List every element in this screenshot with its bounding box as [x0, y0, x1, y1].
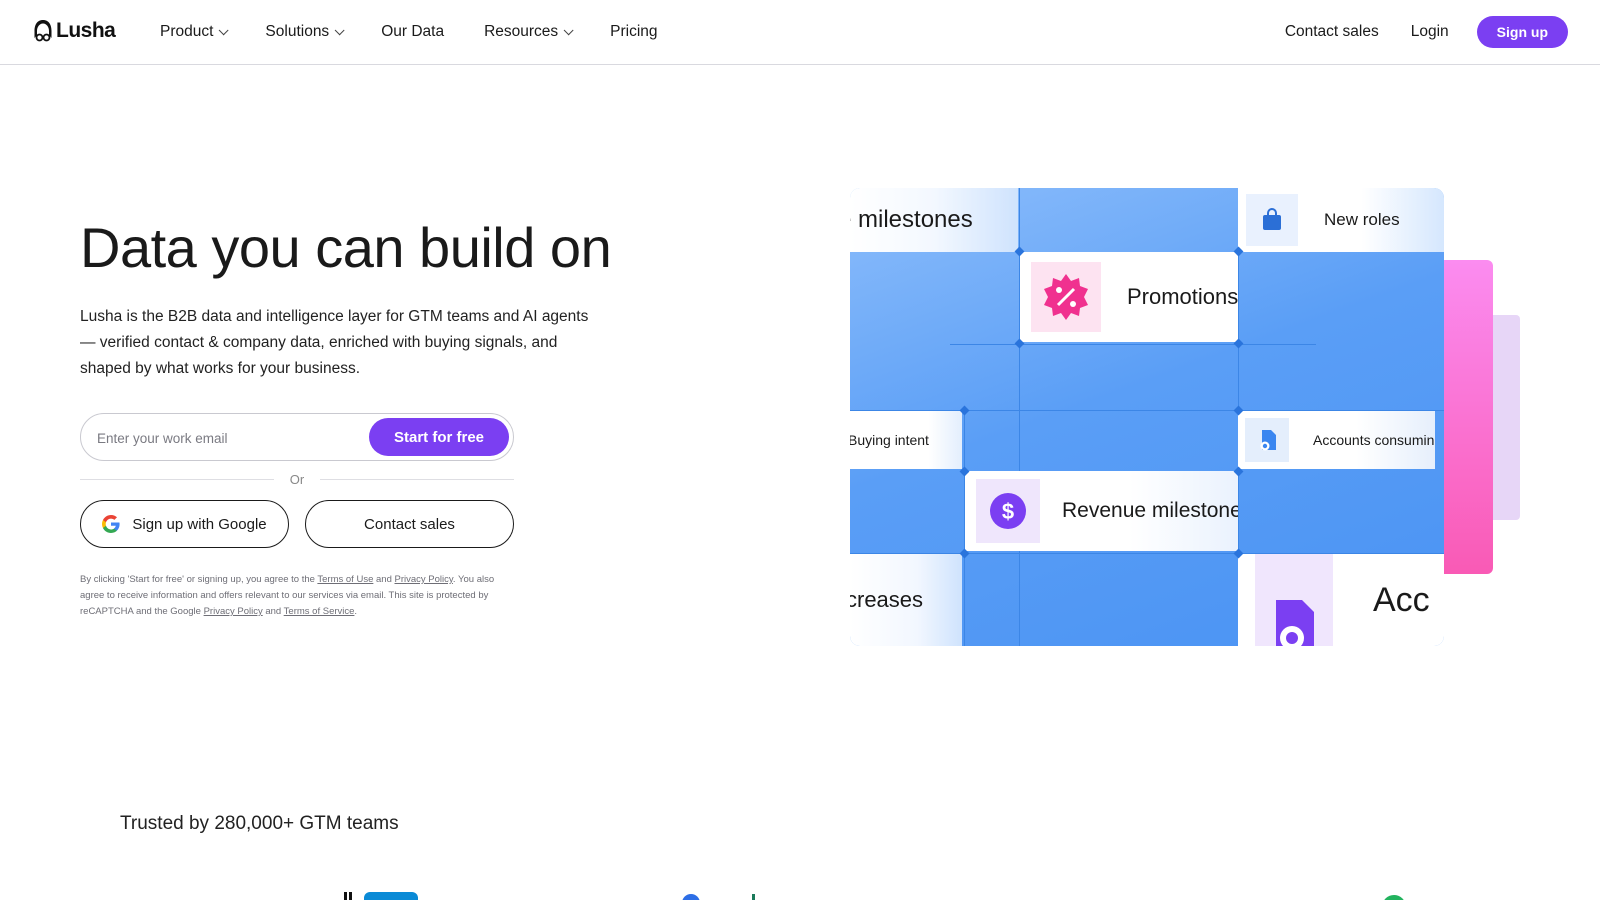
divider-line — [320, 478, 515, 480]
customer-logos-strip — [0, 888, 1600, 900]
terms-of-use-link[interactable]: Terms of Use — [317, 574, 373, 585]
nav-solutions[interactable]: Solutions — [265, 23, 345, 41]
customer-logo — [349, 892, 352, 900]
tile-buying-intent: Buying intent — [850, 411, 962, 469]
dollar-icon: $ — [976, 479, 1040, 543]
chevron-down-icon — [334, 24, 345, 35]
nav-actions: Contact sales Login Sign up — [1285, 0, 1568, 64]
grid-line — [950, 344, 1316, 345]
nav-resources[interactable]: Resources — [484, 23, 574, 41]
trusted-by-heading: Trusted by 280,000+ GTM teams — [120, 813, 399, 834]
start-for-free-button[interactable]: Start for free — [369, 418, 509, 456]
briefcase-icon — [1246, 194, 1298, 246]
privacy-policy-link[interactable]: Privacy Policy — [395, 574, 453, 585]
tile-accounts-large-label: Acc — [1373, 580, 1430, 619]
lusha-logo[interactable]: Lusha — [33, 19, 116, 43]
nav-product-label: Product — [160, 23, 214, 40]
nav-pricing[interactable]: Pricing — [610, 23, 657, 41]
legal-and-2: and — [262, 606, 284, 617]
tile-accounts-large: Acc — [1238, 554, 1444, 646]
grid-node — [1233, 338, 1244, 349]
nav-pricing-label: Pricing — [610, 23, 658, 40]
tile-new-roles-label: New roles — [1324, 210, 1400, 229]
document-view-icon — [1255, 554, 1333, 646]
tile-promotions: Promotions — [1020, 252, 1238, 342]
tile-increases-label: creases — [850, 587, 924, 612]
google-signup-label: Sign up with Google — [132, 515, 267, 533]
nav-contact-sales-link[interactable]: Contact sales — [1285, 23, 1379, 41]
logo-text: Lusha — [56, 19, 116, 42]
tile-increases: creases — [850, 554, 962, 646]
customer-logo — [344, 892, 347, 900]
hero-title: Data you can build on — [80, 216, 612, 279]
tile-accounts-consuming-label: Accounts consumin — [1313, 432, 1435, 448]
tile-new-roles: New roles — [1238, 188, 1444, 252]
chevron-down-icon — [219, 24, 229, 35]
chevron-down-icon — [563, 24, 574, 35]
email-signup-form: Start for free — [80, 413, 514, 461]
tile-buying-intent-label: Buying intent — [850, 432, 929, 448]
customer-logo — [682, 894, 700, 900]
nav-login-link[interactable]: Login — [1411, 23, 1449, 41]
tile-revenue-milestones: $ Revenue milestones — [965, 471, 1238, 551]
document-view-icon — [1245, 418, 1289, 462]
or-label: Or — [289, 471, 305, 487]
main-menu: Product Solutions Our Data Resources Pri… — [160, 0, 698, 64]
percent-badge-icon — [1031, 262, 1101, 332]
nav-resources-label: Resources — [484, 23, 559, 40]
nav-our-data[interactable]: Our Data — [381, 23, 444, 41]
signals-grid-illustration: e milestones New roles Promotions Buying… — [850, 188, 1444, 646]
legal-text-3: . — [354, 606, 358, 617]
or-divider: Or — [80, 470, 515, 488]
google-icon — [102, 515, 120, 533]
hero-description: Lusha is the B2B data and intelligence l… — [80, 308, 589, 377]
top-navigation: Lusha Product Solutions Our Data Resourc… — [0, 0, 1600, 65]
google-signup-button[interactable]: Sign up with Google — [80, 500, 289, 548]
svg-text:$: $ — [1002, 499, 1014, 524]
tile-promotions-label: Promotions — [1127, 284, 1238, 309]
legal-notice: By clicking 'Start for free' or signing … — [80, 572, 510, 620]
nav-solutions-label: Solutions — [265, 23, 330, 40]
nav-product[interactable]: Product — [160, 23, 229, 41]
tile-milestones: e milestones — [850, 188, 1018, 252]
work-email-input[interactable] — [97, 426, 357, 450]
nav-signup-button[interactable]: Sign up — [1476, 16, 1568, 48]
terms-of-service-link[interactable]: Terms of Service — [284, 606, 355, 617]
lusha-logo-icon — [34, 20, 52, 42]
legal-text-1: By clicking 'Start for free' or signing … — [80, 574, 318, 585]
google-privacy-policy-link[interactable]: Privacy Policy — [204, 606, 263, 617]
tile-revenue-milestones-label: Revenue milestones — [1062, 499, 1238, 522]
hero-contact-sales-button[interactable]: Contact sales — [305, 500, 514, 548]
customer-logo — [752, 894, 755, 900]
customer-logo — [1382, 895, 1406, 900]
tile-milestones-label: e milestones — [850, 206, 973, 233]
legal-and-1: and — [373, 574, 395, 585]
nav-our-data-label: Our Data — [381, 23, 445, 40]
tile-accounts-consuming: Accounts consumin — [1238, 411, 1435, 469]
customer-logo — [364, 892, 418, 900]
divider-line — [80, 478, 274, 480]
